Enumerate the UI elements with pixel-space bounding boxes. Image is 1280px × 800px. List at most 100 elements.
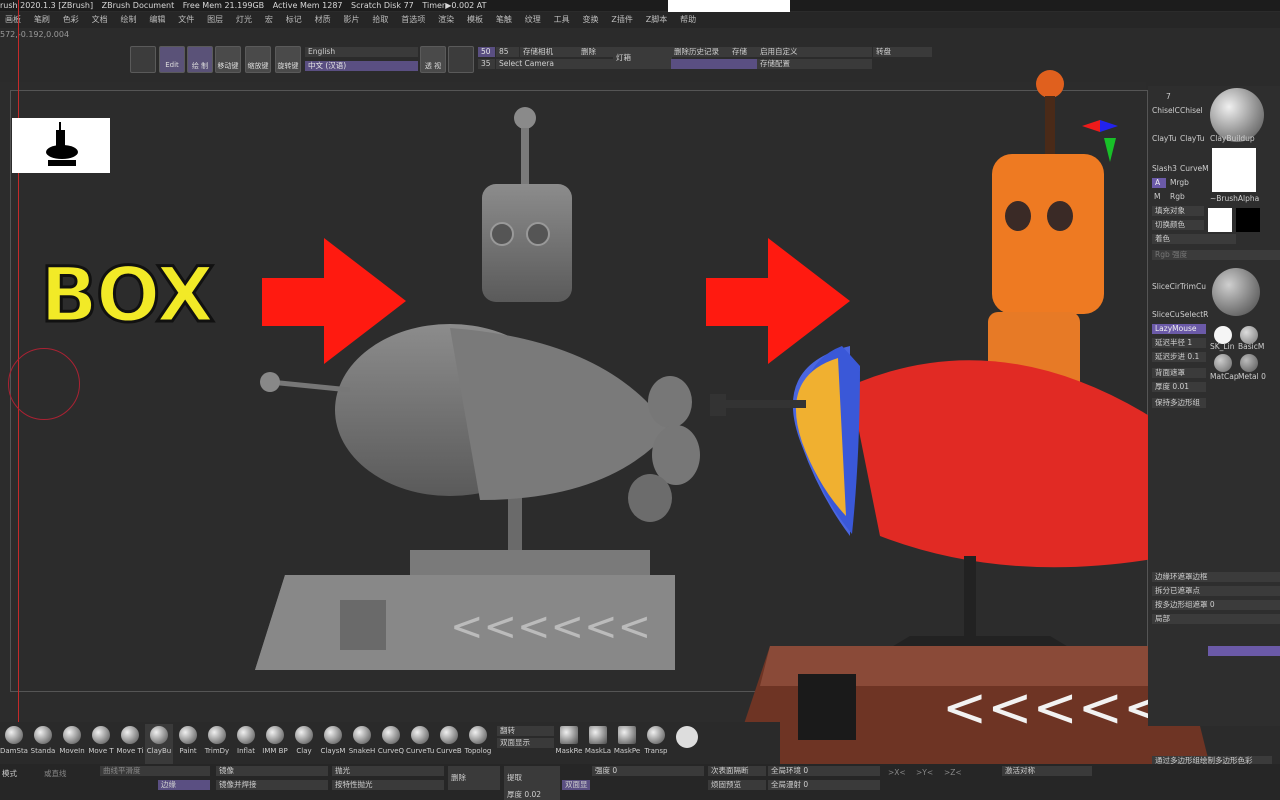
brush-circle-button[interactable] (130, 46, 156, 73)
menu-item[interactable]: Z插件 (606, 12, 637, 28)
mirror-weld-button[interactable]: 镜像并焊接 (216, 780, 328, 790)
chisel-brush-1[interactable]: ChiselC (1152, 106, 1180, 115)
menu-item[interactable]: 灯光 (231, 12, 257, 28)
switch-color-button[interactable]: 切换颜色 (1152, 220, 1204, 230)
extract-button[interactable]: 提取 (504, 766, 560, 790)
polygroup-mask-slider[interactable]: 按多边形组遮罩 0 (1152, 600, 1280, 610)
back-mask-toggle[interactable]: 背面遮罩 (1152, 368, 1206, 378)
menu-item[interactable]: 绘制 (116, 12, 142, 28)
rgb-toggle[interactable]: Rgb (1170, 192, 1185, 201)
thickness-slider[interactable]: 厚度 0.01 (1152, 382, 1206, 392)
global-reflect-slider[interactable]: 全局漫射 0 (768, 780, 880, 790)
brush-maskpen[interactable]: MaskPe (613, 724, 641, 764)
keep-polygroups-toggle[interactable]: 保持多边形组 (1152, 398, 1206, 408)
mirror-button[interactable]: 镜像 (216, 766, 328, 776)
edge-loop-mask-button[interactable]: 边缘环遮罩边框 (1152, 572, 1280, 582)
menu-item[interactable]: 文件 (173, 12, 199, 28)
lazy-radius-slider[interactable]: 延迟半径 1 (1152, 338, 1206, 348)
fov-35[interactable]: 35 (478, 59, 495, 69)
axis-gizmo-icon[interactable] (1078, 116, 1122, 166)
brush-alpha-swatch[interactable] (1212, 148, 1256, 192)
brush-curvebridge[interactable]: CurveB (435, 724, 463, 764)
brush-standard[interactable]: Standa (29, 724, 57, 764)
menu-item[interactable]: 拾取 (367, 12, 393, 28)
lang-english[interactable]: English (305, 47, 418, 57)
menu-item[interactable]: 影片 (339, 12, 365, 28)
colorize-button[interactable]: 着色 (1152, 234, 1236, 244)
rotate-button[interactable]: 旋转键 (275, 46, 301, 73)
fov-85[interactable]: 85 (496, 47, 519, 57)
store-button[interactable]: 存储 (729, 47, 758, 57)
brush-clay[interactable]: Clay (290, 724, 318, 764)
brush-snakehook[interactable]: SnakeH (348, 724, 376, 764)
edit-button[interactable]: Edit (159, 46, 185, 73)
custom-ui-button[interactable]: 启用自定义 (757, 47, 872, 57)
move-button[interactable]: 移动键 (215, 46, 241, 73)
global-ring-slider[interactable]: 全局环境 0 (768, 766, 880, 776)
brush-imm-bp[interactable]: IMM BP (261, 724, 289, 764)
local-toggle[interactable]: 局部 (1152, 614, 1280, 624)
menu-item[interactable]: 标记 (281, 12, 307, 28)
brush-transpose[interactable]: Transp (642, 724, 670, 764)
curvem-brush[interactable]: CurveM (1180, 164, 1209, 173)
m-toggle[interactable]: M (1154, 192, 1160, 201)
slicecir-brush[interactable]: SliceCir (1152, 282, 1180, 291)
delete-history-button[interactable]: 删除历史记录 (671, 47, 730, 57)
brush-move[interactable]: Move Ti (116, 724, 144, 764)
menu-item[interactable]: 文档 (87, 12, 113, 28)
menu-item[interactable]: 渲染 (433, 12, 459, 28)
double-face-toggle[interactable]: 双面显 (562, 780, 590, 790)
menu-item[interactable]: 图层 (202, 12, 228, 28)
chisel-brush-2[interactable]: Chisel (1180, 106, 1203, 115)
edge-button[interactable]: 边缘 (158, 780, 210, 790)
claytube-1[interactable]: ClayTu (1152, 134, 1177, 143)
brush-curvetube[interactable]: CurveTu (406, 724, 434, 764)
menu-item[interactable]: 笔刷 (29, 12, 55, 28)
polish-features-slider[interactable]: 按特性抛光 (332, 780, 444, 790)
subdivide-button[interactable]: 次表面隔断 (708, 766, 766, 776)
claytube-2[interactable]: ClayTu (1180, 134, 1205, 143)
preview-button[interactable]: 烦固预览 (708, 780, 766, 790)
menu-item[interactable]: 纹理 (520, 12, 546, 28)
yin-yang-icon[interactable] (676, 726, 698, 748)
menu-item[interactable]: 编辑 (144, 12, 170, 28)
polish-slider[interactable]: 抛光 (332, 766, 444, 776)
brush-movetopological[interactable]: Move T (87, 724, 115, 764)
brush-maskrect[interactable]: MaskRe (555, 724, 583, 764)
y-axis-toggle[interactable]: >Y< (916, 768, 933, 777)
menu-item[interactable]: 帮助 (675, 12, 701, 28)
turntable-button[interactable]: 转盘 (873, 47, 932, 57)
brush-inflat[interactable]: Inflat (232, 724, 260, 764)
menu-item[interactable]: 色彩 (58, 12, 84, 28)
material-preview[interactable] (1212, 268, 1260, 316)
brush-trimdynamic[interactable]: TrimDy (203, 724, 231, 764)
slash-brush[interactable]: Slash3 (1152, 164, 1177, 173)
selectr-brush[interactable]: SelectR (1180, 310, 1208, 319)
lazymouse-toggle[interactable]: LazyMouse (1152, 324, 1206, 334)
purple-slider[interactable] (1208, 646, 1280, 656)
lightbox-button[interactable]: 灯箱 (613, 47, 672, 69)
brush-moveinfinite[interactable]: MoveIn (58, 724, 86, 764)
mrgb-toggle[interactable]: Mrgb (1170, 178, 1189, 187)
save-camera-button[interactable]: 存储相机 (520, 47, 579, 57)
menu-item[interactable]: 模板 (462, 12, 488, 28)
menu-item[interactable]: 画板 (0, 12, 26, 28)
intensity-slider[interactable]: 强度 0 (592, 766, 704, 776)
brush-claysmooth[interactable]: ClaysM (319, 724, 347, 764)
rgb-intensity-slider[interactable]: Rgb 强度 (1152, 250, 1280, 260)
split-masked-button[interactable]: 拆分已遮罩点 (1152, 586, 1280, 596)
brush-curvequad[interactable]: CurveQ (377, 724, 405, 764)
perspective-button[interactable]: 透 视 (420, 46, 446, 73)
brush-paint[interactable]: Paint (174, 724, 202, 764)
x-axis-toggle[interactable]: >X< (888, 768, 906, 777)
brush-topology[interactable]: Topolog (464, 724, 492, 764)
lazy-step-slider[interactable]: 延迟步进 0.1 (1152, 352, 1206, 362)
brush-damstandard[interactable]: DamSta (0, 724, 28, 764)
delete-button[interactable]: 删除 (448, 766, 500, 790)
menu-item[interactable]: 材质 (310, 12, 336, 28)
fill-object-button[interactable]: 填充对象 (1152, 206, 1204, 216)
alpha-a-toggle[interactable]: A (1152, 178, 1166, 188)
camera-icon[interactable] (448, 46, 474, 73)
lang-chinese[interactable]: 中文 (汉语) (305, 61, 418, 71)
draw-button[interactable]: 绘 制 (187, 46, 213, 73)
